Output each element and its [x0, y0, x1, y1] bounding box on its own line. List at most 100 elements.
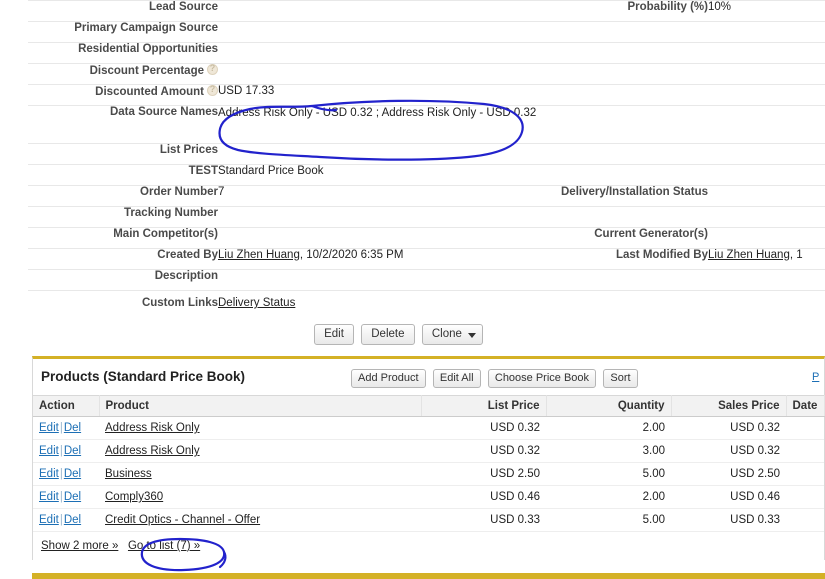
row-actions: Edit|Del — [33, 485, 99, 509]
cell-product: Address Risk Only — [99, 416, 421, 440]
cell-date — [786, 416, 824, 440]
created-by-user-link[interactable]: Liu Zhen Huang — [218, 250, 300, 262]
right-filler-7 — [548, 164, 708, 186]
row-edit-link[interactable]: Edit — [39, 445, 59, 457]
cell-sales-price: USD 0.33 — [671, 508, 786, 532]
field-value-discounted-amount: USD 17.33 — [218, 84, 548, 106]
products-panel-title: Products (Standard Price Book) — [41, 369, 246, 384]
product-link[interactable]: Address Risk Only — [105, 445, 200, 457]
add-product-button[interactable]: Add Product — [351, 369, 426, 388]
products-table-header-row: Action Product List Price Quantity Sales… — [33, 395, 825, 417]
field-value-data-source-names: Address Risk Only - USD 0.32 ; Address R… — [218, 105, 548, 144]
detail-field-table: Lead Source Probability (%) 10% Primary … — [28, 0, 825, 312]
row-edit-link[interactable]: Edit — [39, 491, 59, 503]
field-label-main-competitors: Main Competitor(s) — [28, 227, 218, 249]
cell-date — [786, 462, 824, 486]
right-filler-value-8 — [708, 206, 825, 228]
product-link[interactable]: Address Risk Only — [105, 422, 200, 434]
cell-sales-price: USD 0.46 — [671, 485, 786, 509]
field-value-lead-source — [218, 0, 548, 22]
column-header-product[interactable]: Product — [99, 395, 422, 417]
field-label-created-by: Created By — [28, 248, 218, 270]
row-del-link[interactable]: Del — [64, 445, 81, 457]
right-filler-value-10 — [708, 290, 825, 312]
cell-product: Credit Optics - Channel - Offer — [99, 508, 421, 532]
column-header-action[interactable]: Action — [33, 395, 100, 417]
product-link[interactable]: Business — [105, 468, 152, 480]
field-value-discount-percentage — [218, 63, 548, 85]
right-filler-value-4 — [708, 84, 825, 106]
row-del-link[interactable]: Del — [64, 468, 81, 480]
row-edit-link[interactable]: Edit — [39, 422, 59, 434]
sort-button[interactable]: Sort — [603, 369, 638, 388]
column-header-quantity[interactable]: Quantity — [546, 395, 672, 417]
cell-product: Business — [99, 462, 421, 486]
row-del-link[interactable]: Del — [64, 422, 81, 434]
field-label-order-number: Order Number — [28, 185, 218, 207]
cell-quantity: 5.00 — [546, 462, 671, 486]
right-filler-value-6 — [708, 143, 825, 165]
chevron-down-icon — [467, 333, 476, 338]
right-filler-3 — [548, 63, 708, 85]
field-label-description: Description — [28, 269, 218, 291]
right-filler-value-3 — [708, 63, 825, 85]
cell-date — [786, 439, 824, 463]
field-label-discounted-amount-cell: Discounted Amount — [28, 84, 218, 106]
column-header-list-price[interactable]: List Price — [421, 395, 547, 417]
row-actions: Edit|Del — [33, 508, 99, 532]
choose-price-book-button[interactable]: Choose Price Book — [487, 369, 597, 388]
go-to-list-link[interactable]: Go to list (7) » — [128, 540, 200, 552]
cell-list-price: USD 0.32 — [421, 416, 546, 440]
row-del-link[interactable]: Del — [64, 514, 81, 526]
cell-sales-price: USD 0.32 — [671, 439, 786, 463]
detail-row-custom-links: Custom Links Delivery Status — [28, 290, 825, 312]
right-filler-value-9 — [708, 269, 825, 291]
right-filler-value-1 — [708, 21, 825, 43]
products-help-link[interactable]: P — [812, 371, 820, 383]
column-header-date[interactable]: Date — [786, 395, 825, 417]
edit-all-button[interactable]: Edit All — [432, 369, 481, 388]
right-filler-1 — [548, 21, 708, 43]
detail-row-main-competitors: Main Competitor(s) Current Generator(s) — [28, 227, 825, 249]
detail-row-test: TEST Standard Price Book — [28, 164, 825, 186]
row-actions: Edit|Del — [33, 439, 99, 463]
product-link[interactable]: Credit Optics - Channel - Offer — [105, 514, 260, 526]
show-more-link[interactable]: Show 2 more » — [41, 540, 118, 552]
cell-list-price: USD 0.46 — [421, 485, 546, 509]
cell-sales-price: USD 0.32 — [671, 416, 786, 440]
right-filler-value-2 — [708, 42, 825, 64]
edit-button[interactable]: Edit — [314, 324, 354, 345]
field-value-probability: 10% — [708, 0, 825, 22]
detail-row-order-number: Order Number 7 Delivery/Installation Sta… — [28, 185, 825, 207]
detail-row-lead-source: Lead Source Probability (%) 10% — [28, 0, 825, 22]
cell-date — [786, 485, 824, 509]
field-label-tracking-number: Tracking Number — [28, 206, 218, 228]
field-label-current-generators: Current Generator(s) — [548, 227, 708, 249]
cell-sales-price: USD 2.50 — [671, 462, 786, 486]
delete-button[interactable]: Delete — [361, 324, 415, 345]
row-del-link[interactable]: Del — [64, 491, 81, 503]
cell-list-price: USD 0.33 — [421, 508, 546, 532]
row-edit-link[interactable]: Edit — [39, 514, 59, 526]
table-row: Edit|Del Credit Optics - Channel - Offer… — [33, 508, 824, 532]
help-icon[interactable] — [207, 84, 218, 96]
detail-row-list-prices: List Prices — [28, 143, 825, 165]
row-edit-link[interactable]: Edit — [39, 468, 59, 480]
right-filler-value-5 — [708, 105, 825, 144]
delivery-status-link[interactable]: Delivery Status — [218, 297, 295, 309]
field-value-residential-opportunities — [218, 42, 548, 64]
products-related-list: Products (Standard Price Book) Add Produ… — [32, 356, 825, 560]
field-value-current-generators — [708, 227, 825, 249]
clone-button[interactable]: Clone — [421, 324, 483, 345]
clone-button-label: Clone — [431, 328, 462, 340]
table-row: Edit|Del Comply360 USD 0.46 2.00 USD 0.4… — [33, 485, 824, 509]
detail-row-residential-opportunities: Residential Opportunities — [28, 42, 825, 64]
field-label-lead-source: Lead Source — [28, 0, 218, 22]
help-icon[interactable] — [207, 63, 218, 75]
product-link[interactable]: Comply360 — [105, 491, 163, 503]
column-header-sales-price[interactable]: Sales Price — [671, 395, 787, 417]
cell-product: Address Risk Only — [99, 439, 421, 463]
cell-quantity: 2.00 — [546, 485, 671, 509]
field-label-discount-percentage-cell: Discount Percentage — [28, 63, 218, 85]
last-modified-by-user-link[interactable]: Liu Zhen Huang — [708, 250, 790, 262]
